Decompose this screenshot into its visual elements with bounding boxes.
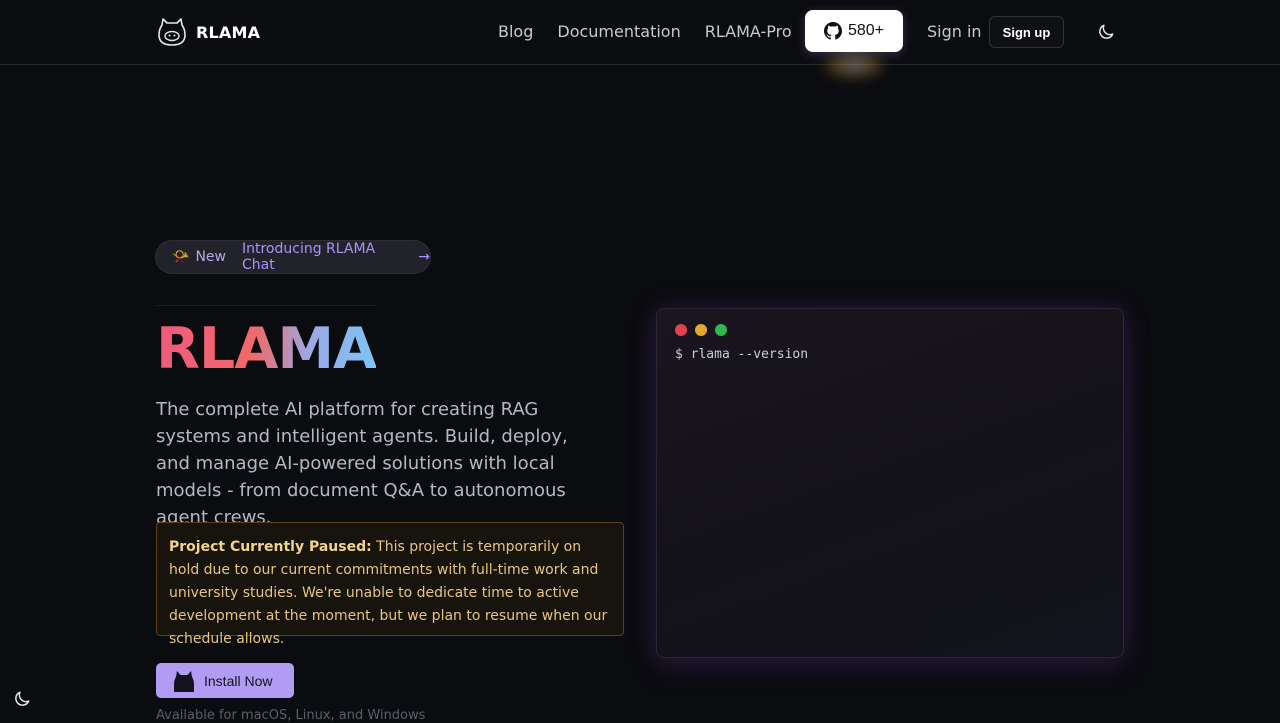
github-stars-wrapper: 580+ <box>805 10 903 80</box>
close-dot <box>675 324 687 336</box>
terminal-window: $ rlama --version <box>656 308 1124 658</box>
moon-icon[interactable] <box>12 689 32 709</box>
hero-description: The complete AI platform for creating RA… <box>156 399 568 528</box>
availability-text: Available for macOS, Linux, and Windows <box>156 708 426 723</box>
install-now-button[interactable]: Install Now <box>156 663 294 698</box>
terminal-command: $ rlama --version <box>675 347 809 362</box>
brand[interactable]: RLAMA <box>156 16 260 48</box>
llama-face-icon <box>158 18 186 46</box>
nav-link-rlama-pro[interactable]: RLAMA-Pro <box>705 22 792 41</box>
minimize-dot <box>695 324 707 336</box>
github-icon <box>823 22 842 40</box>
announcement-pill[interactable]: 📯 New Introducing RLAMA Chat → <box>155 240 431 274</box>
notice-heading: Project Currently Paused: <box>169 539 372 555</box>
horn-emoji: 📯 <box>172 249 190 265</box>
window-controls <box>675 324 727 336</box>
top-navbar: RLAMA Blog Documentation RLAMA-Pro 580+ … <box>0 0 1280 80</box>
github-button-glow <box>819 50 889 80</box>
llama-icon <box>174 670 194 692</box>
arrow-right-icon: → <box>418 249 430 265</box>
sign-in-link[interactable]: Sign in <box>927 22 982 41</box>
install-now-label: Install Now <box>204 672 273 689</box>
nav-link-blog[interactable]: Blog <box>498 22 533 41</box>
nav-link-documentation[interactable]: Documentation <box>557 22 680 41</box>
announcement-tag: New <box>195 249 226 265</box>
maximize-dot <box>715 324 727 336</box>
announcement-text: Introducing RLAMA Chat <box>241 241 376 273</box>
moon-icon[interactable] <box>1096 22 1116 42</box>
project-paused-notice: Project Currently Paused: This project i… <box>156 522 624 647</box>
github-stars-count: 580+ <box>847 22 885 39</box>
notice-body: This project is temporarily on hold due … <box>169 539 608 647</box>
brand-name: RLAMA <box>196 22 261 42</box>
github-stars-button[interactable]: 580+ <box>805 10 903 52</box>
main-nav: Blog Documentation RLAMA-Pro <box>498 22 792 41</box>
sign-up-button[interactable]: Sign up <box>989 16 1064 48</box>
hero-title: RLAMA <box>156 305 377 385</box>
